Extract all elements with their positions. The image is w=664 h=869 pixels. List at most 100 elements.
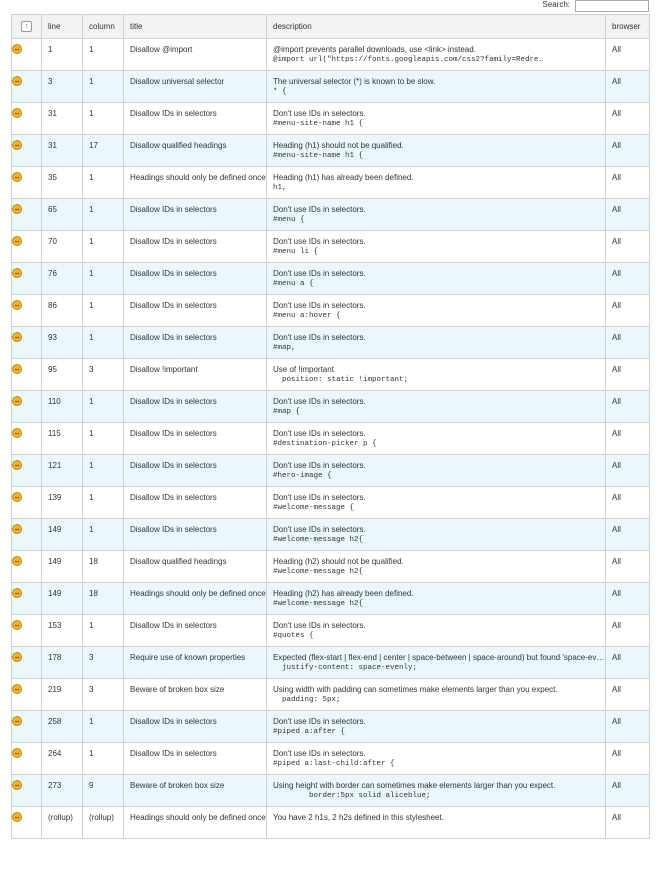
description-code: #welcome-message h2{ bbox=[273, 536, 364, 544]
warning-icon bbox=[12, 748, 22, 758]
description-code: * { bbox=[273, 88, 287, 96]
browser-cell: All bbox=[605, 518, 650, 551]
line-cell: 35 bbox=[41, 166, 83, 199]
description-text: Don't use IDs in selectors. bbox=[273, 749, 366, 758]
browser-cell: All bbox=[605, 102, 650, 135]
warning-icon bbox=[12, 492, 22, 502]
line-cell: 110 bbox=[41, 390, 83, 423]
description-code: h1, bbox=[273, 184, 287, 192]
title-cell: Headings should only be defined once bbox=[123, 582, 267, 615]
description-text: Don't use IDs in selectors. bbox=[273, 717, 366, 726]
table-row: 31 17 Disallow qualified headings Heading (… bbox=[11, 134, 650, 167]
line-cell: 31 bbox=[41, 102, 83, 135]
description-code: #hero-image { bbox=[273, 472, 332, 480]
browser-cell: All bbox=[605, 678, 650, 711]
browser-cell: All bbox=[605, 198, 650, 231]
header-title[interactable]: title bbox=[123, 14, 267, 39]
search-input[interactable] bbox=[575, 0, 649, 12]
line-cell: 139 bbox=[41, 486, 83, 519]
title-cell: Disallow @import bbox=[123, 38, 267, 71]
description-code: #map { bbox=[273, 408, 301, 416]
table-row: 115 1 Disallow IDs in selectors Don't use I… bbox=[11, 422, 650, 455]
warning-icon bbox=[12, 364, 22, 374]
browser-cell: All bbox=[605, 454, 650, 487]
table-row: 219 3 Beware of broken box size Using width… bbox=[11, 678, 650, 711]
table-row: 70 1 Disallow IDs in selectors Don't use ID… bbox=[11, 230, 650, 263]
table-row: 139 1 Disallow IDs in selectors Don't use I… bbox=[11, 486, 650, 519]
title-cell: Disallow IDs in selectors bbox=[123, 614, 267, 647]
title-cell: Disallow IDs in selectors bbox=[123, 326, 267, 359]
title-cell: Disallow IDs in selectors bbox=[123, 102, 267, 135]
browser-cell: All bbox=[605, 70, 650, 103]
description-cell: Don't use IDs in selectors. #welcome-mess… bbox=[266, 486, 606, 519]
sort-up-icon[interactable]: ↑ bbox=[21, 21, 32, 32]
line-cell: (rollup) bbox=[41, 806, 83, 839]
description-text: Use of !important bbox=[273, 365, 334, 374]
title-cell: Require use of known properties bbox=[123, 646, 267, 679]
title-cell: Disallow IDs in selectors bbox=[123, 422, 267, 455]
description-text: Don't use IDs in selectors. bbox=[273, 269, 366, 278]
description-code: #welcome-message h2{ bbox=[273, 600, 364, 608]
column-cell: 3 bbox=[82, 358, 124, 391]
table-row: (rollup) (rollup) Headings should only be … bbox=[11, 806, 650, 839]
description-text: @import prevents parallel downloads, use… bbox=[273, 45, 476, 54]
browser-cell: All bbox=[605, 614, 650, 647]
browser-cell: All bbox=[605, 742, 650, 775]
description-text: Using height with border can sometimes m… bbox=[273, 781, 556, 790]
line-cell: 149 bbox=[41, 518, 83, 551]
column-cell: 17 bbox=[82, 134, 124, 167]
sort-header[interactable]: ↑ bbox=[11, 14, 42, 39]
column-cell: 1 bbox=[82, 486, 124, 519]
warning-icon bbox=[12, 108, 22, 118]
table-row: 76 1 Disallow IDs in selectors Don't use ID… bbox=[11, 262, 650, 295]
line-cell: 65 bbox=[41, 198, 83, 231]
warning-icon bbox=[12, 780, 22, 790]
warning-cell bbox=[11, 166, 42, 199]
description-text: Using width with padding can sometimes m… bbox=[273, 685, 558, 694]
warning-icon bbox=[12, 684, 22, 694]
table-row: 1 1 Disallow @import @import prevents paral… bbox=[11, 38, 650, 71]
title-cell: Headings should only be defined once bbox=[123, 806, 267, 839]
warning-cell bbox=[11, 70, 42, 103]
description-cell: Use of !important position: static !impo… bbox=[266, 358, 606, 391]
line-cell: 149 bbox=[41, 550, 83, 583]
description-text: Heading (h1) should not be qualified. bbox=[273, 141, 404, 150]
description-cell: You have 2 h1s, 2 h2s defined in this st… bbox=[266, 806, 606, 839]
table-row: 121 1 Disallow IDs in selectors Don't use I… bbox=[11, 454, 650, 487]
header-line[interactable]: line bbox=[41, 14, 83, 39]
column-cell: 1 bbox=[82, 454, 124, 487]
warning-cell bbox=[11, 614, 42, 647]
warning-icon bbox=[12, 396, 22, 406]
description-cell: Don't use IDs in selectors. #quotes { bbox=[266, 614, 606, 647]
warning-cell bbox=[11, 582, 42, 615]
description-text: Heading (h2) should not be qualified. bbox=[273, 557, 404, 566]
header-browser[interactable]: browser bbox=[605, 14, 650, 39]
column-cell: 18 bbox=[82, 550, 124, 583]
warning-cell bbox=[11, 454, 42, 487]
browser-cell: All bbox=[605, 38, 650, 71]
description-cell: Don't use IDs in selectors. #map { bbox=[266, 390, 606, 423]
column-cell: 1 bbox=[82, 166, 124, 199]
warning-cell bbox=[11, 198, 42, 231]
table-row: 93 1 Disallow IDs in selectors Don't use ID… bbox=[11, 326, 650, 359]
warning-cell bbox=[11, 774, 42, 807]
column-cell: 9 bbox=[82, 774, 124, 807]
header-description[interactable]: description bbox=[266, 14, 606, 39]
description-cell: Using height with border can sometimes m… bbox=[266, 774, 606, 807]
description-cell: Heading (h2) should not be qualified. #we… bbox=[266, 550, 606, 583]
browser-cell: All bbox=[605, 806, 650, 839]
table-row: 273 9 Beware of broken box size Using heigh… bbox=[11, 774, 650, 807]
browser-cell: All bbox=[605, 550, 650, 583]
line-cell: 76 bbox=[41, 262, 83, 295]
warning-cell bbox=[11, 710, 42, 743]
warning-icon bbox=[12, 716, 22, 726]
warning-cell bbox=[11, 422, 42, 455]
column-cell: 1 bbox=[82, 230, 124, 263]
column-cell: 1 bbox=[82, 294, 124, 327]
header-column[interactable]: column bbox=[82, 14, 124, 39]
warning-icon bbox=[12, 300, 22, 310]
warning-cell bbox=[11, 486, 42, 519]
line-cell: 121 bbox=[41, 454, 83, 487]
warning-icon bbox=[12, 620, 22, 630]
description-code: justify-content: space-evenly; bbox=[273, 664, 418, 672]
